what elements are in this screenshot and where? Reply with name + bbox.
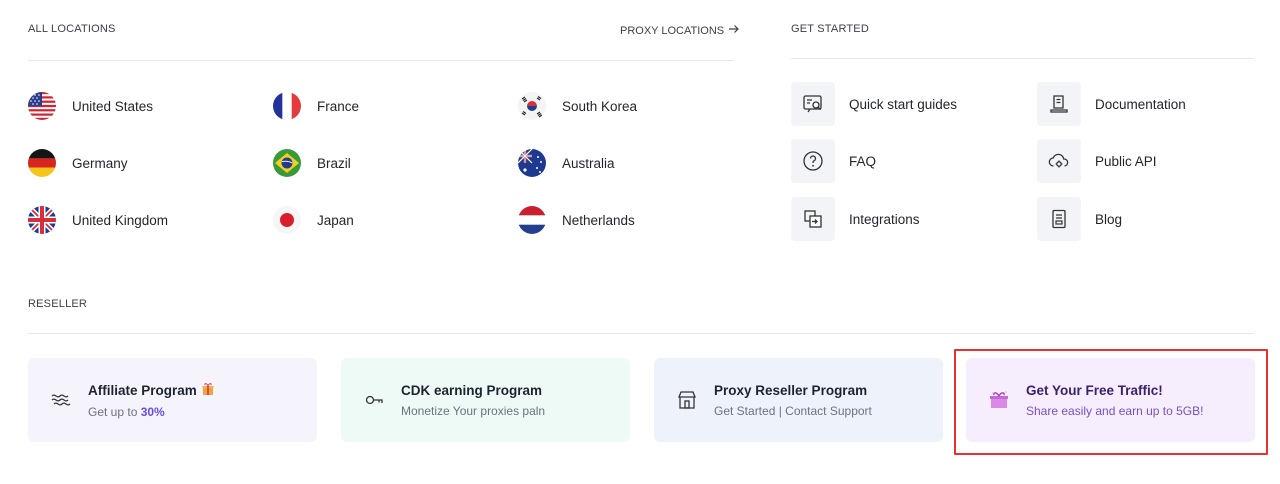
location-name: South Korea (562, 98, 638, 114)
us-flag-icon (28, 92, 56, 120)
blog-icon (1037, 197, 1081, 241)
waves-icon (46, 385, 76, 415)
fr-flag-icon (273, 92, 301, 120)
cloud-gear-icon (1037, 139, 1081, 183)
card-subtitle: Get Started | Contact Support (714, 403, 872, 418)
get-started-blog[interactable]: Blog (1037, 197, 1122, 241)
card-title: Proxy Reseller Program (714, 382, 868, 398)
location-netherlands[interactable]: Netherlands (518, 206, 635, 234)
location-south-korea[interactable]: South Korea (518, 92, 637, 120)
location-name: Germany (72, 155, 128, 171)
location-united-kingdom[interactable]: United Kingdom (28, 206, 168, 234)
location-name: Netherlands (562, 212, 635, 228)
affiliate-sub-prefix: Get up to (88, 404, 141, 419)
gb-flag-icon (28, 206, 56, 234)
location-name: United States (72, 98, 154, 114)
gs-label: Blog (1095, 211, 1123, 227)
question-icon (791, 139, 835, 183)
reseller-heading: RESELLER (28, 298, 88, 310)
gs-label: Quick start guides (849, 96, 958, 112)
integration-icon (791, 197, 835, 241)
card-title: CDK earning Program (401, 382, 543, 398)
br-flag-icon (273, 149, 301, 177)
get-started-heading: GET STARTED (791, 23, 869, 35)
key-icon (359, 385, 389, 415)
location-brazil[interactable]: Brazil (273, 149, 351, 177)
jp-flag-icon (273, 206, 301, 234)
gs-label: Documentation (1095, 96, 1186, 112)
gs-label: Public API (1095, 153, 1157, 169)
location-name: Japan (317, 212, 354, 228)
kr-flag-icon (518, 92, 546, 120)
location-name: France (317, 98, 360, 114)
get-started-integrations[interactable]: Integrations (791, 197, 920, 241)
guide-search-icon (791, 82, 835, 126)
card-title: Affiliate Program (88, 382, 197, 398)
all-locations-heading: ALL LOCATIONS (28, 23, 116, 35)
location-japan[interactable]: Japan (273, 206, 354, 234)
location-name: Australia (562, 155, 615, 171)
arrow-right-icon (728, 24, 740, 37)
get-started-faq[interactable]: FAQ (791, 139, 876, 183)
proxy-locations-link[interactable]: PROXY LOCATIONS (620, 24, 740, 37)
location-germany[interactable]: Germany (28, 149, 128, 177)
store-icon (672, 385, 702, 415)
location-australia[interactable]: Australia (518, 149, 615, 177)
get-started-divider (791, 58, 1254, 59)
location-name: United Kingdom (72, 212, 169, 228)
affiliate-program-card[interactable]: Affiliate Program Get up to 30% (28, 358, 317, 442)
au-flag-icon (518, 149, 546, 177)
reseller-divider (28, 333, 1254, 334)
document-icon (1037, 82, 1081, 126)
location-name: Brazil (317, 155, 351, 171)
get-started-documentation[interactable]: Documentation (1037, 82, 1186, 126)
location-france[interactable]: France (273, 92, 359, 120)
location-united-states[interactable]: United States (28, 92, 153, 120)
proxy-locations-label: PROXY LOCATIONS (620, 24, 725, 37)
affiliate-title-row: Affiliate Program (88, 382, 215, 399)
cdk-earning-program-card[interactable]: CDK earning Program Monetize Your proxie… (341, 358, 630, 442)
nl-flag-icon (518, 206, 546, 234)
gs-label: Integrations (849, 211, 920, 227)
gs-label: FAQ (849, 153, 877, 169)
card-subtitle: Monetize Your proxies paln (401, 403, 546, 418)
card-subtitle: Get up to 30% (88, 405, 215, 419)
highlight-box (954, 349, 1268, 455)
proxy-reseller-program-card[interactable]: Proxy Reseller Program Get Started | Con… (654, 358, 943, 442)
gift-icon (201, 382, 215, 399)
affiliate-percent: 30% (140, 404, 165, 419)
get-started-quick-start-guides[interactable]: Quick start guides (791, 82, 957, 126)
locations-divider (28, 60, 734, 61)
de-flag-icon (28, 149, 56, 177)
get-started-public-api[interactable]: Public API (1037, 139, 1157, 183)
